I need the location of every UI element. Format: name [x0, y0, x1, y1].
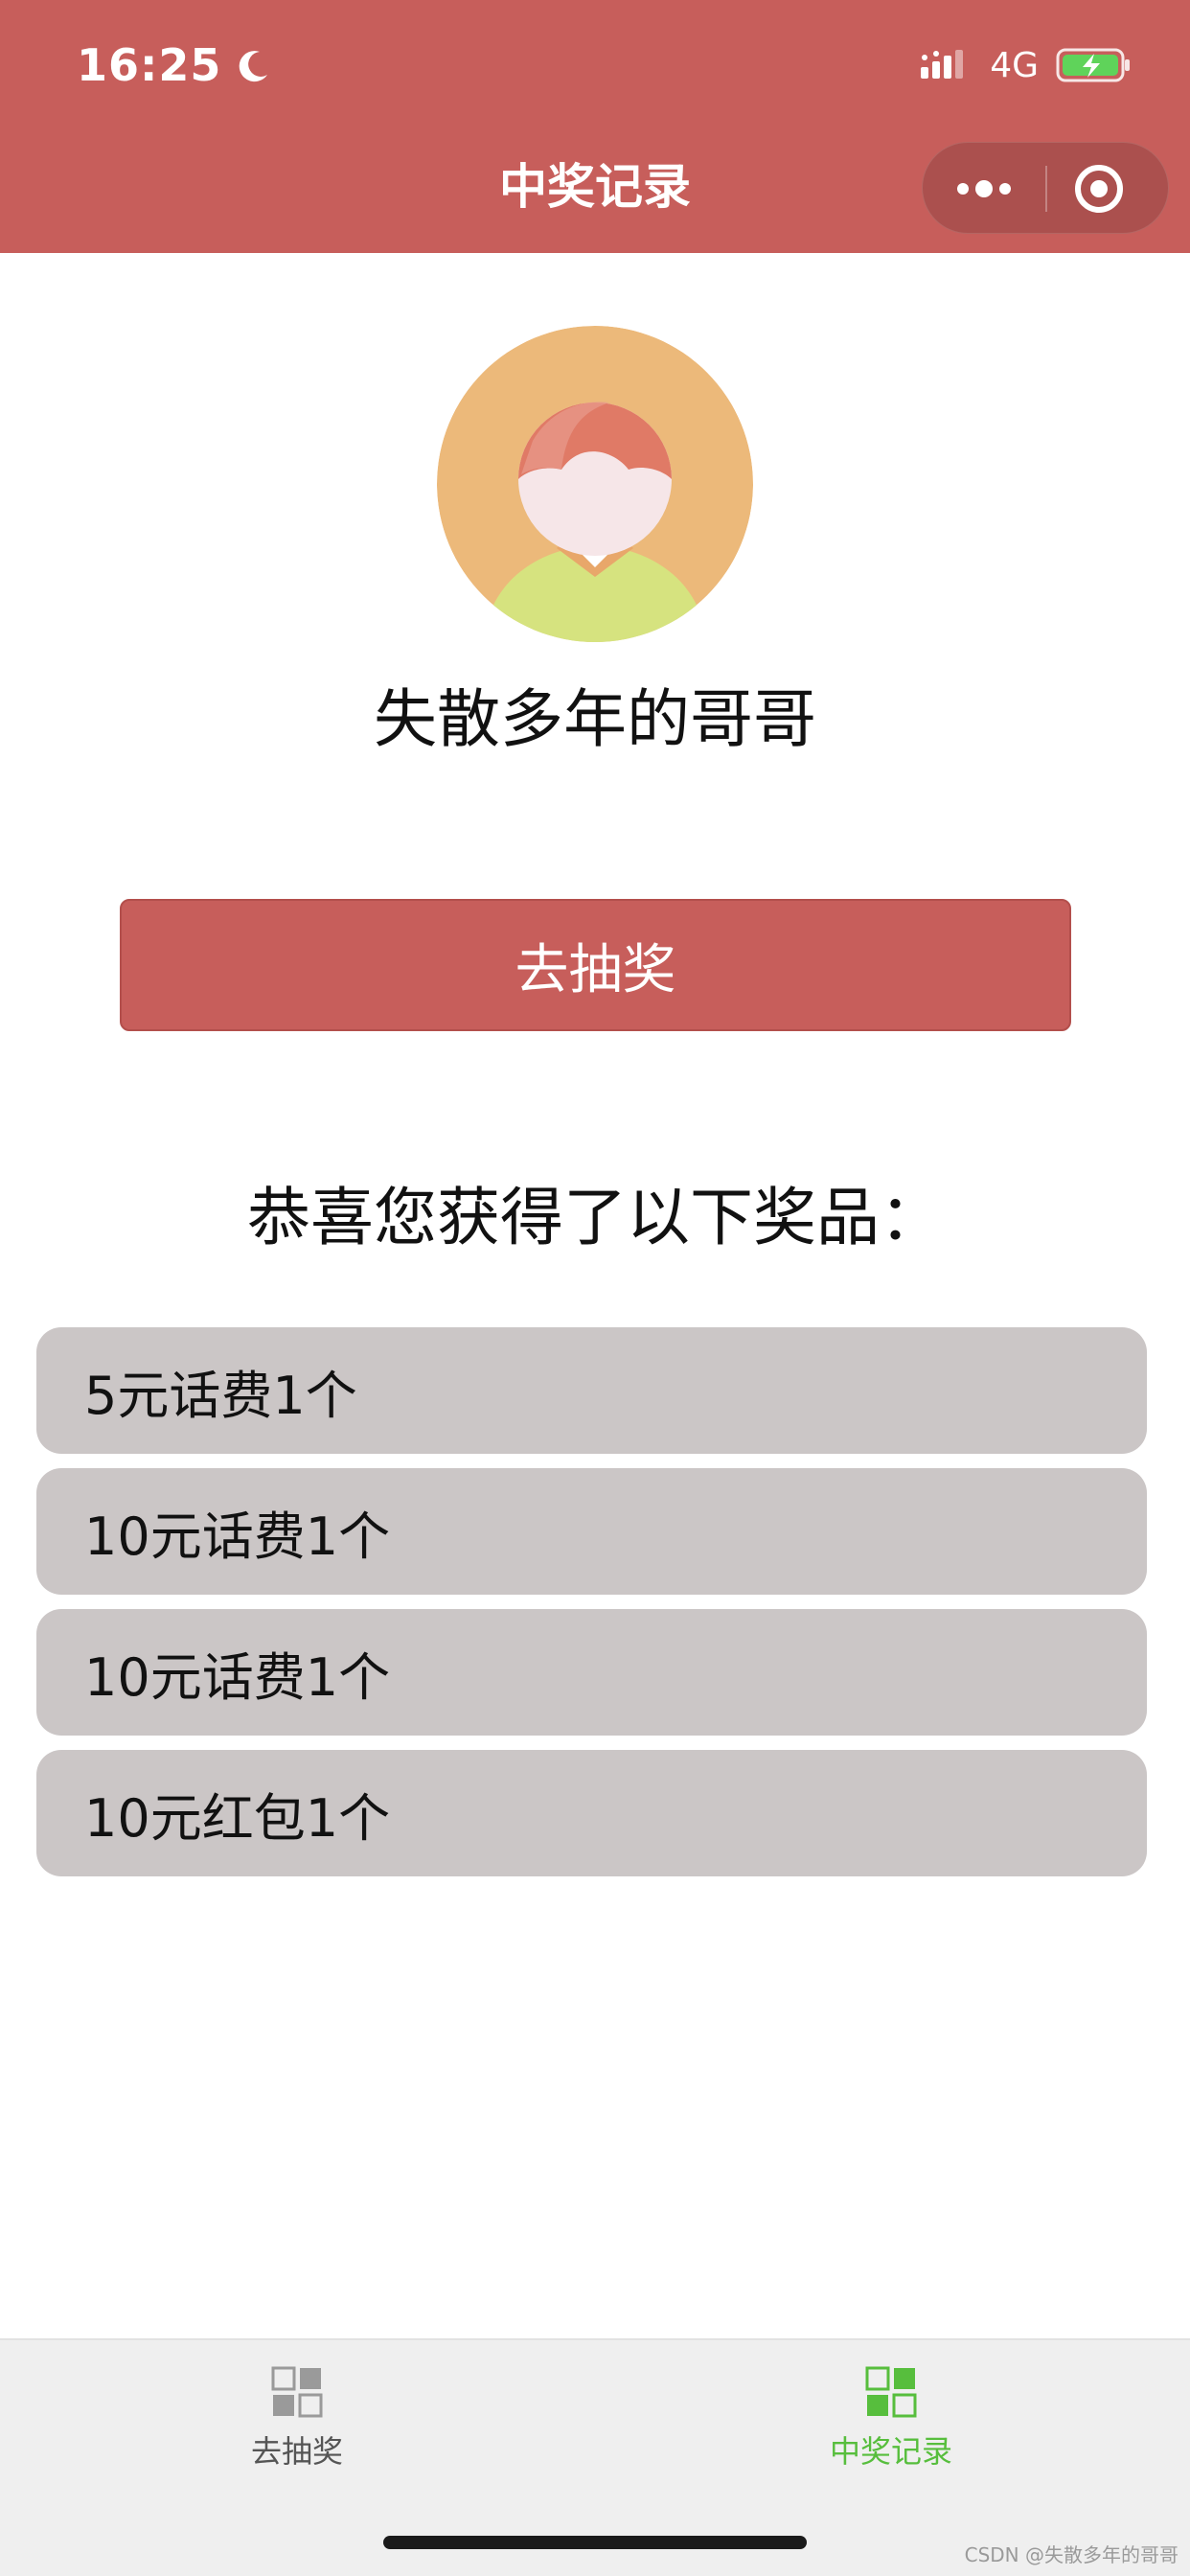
tab-go-lottery[interactable]: 去抽奖 [153, 2359, 441, 2494]
battery-charging-icon [1056, 48, 1130, 82]
prize-item: 10元话费1个 [36, 1609, 1147, 1736]
tab-prize-records[interactable]: 中奖记录 [747, 2359, 1035, 2494]
network-label: 4G [990, 45, 1039, 85]
home-indicator [383, 2536, 807, 2549]
go-lottery-button[interactable]: 去抽奖 [120, 899, 1071, 1031]
more-icon[interactable] [951, 170, 1017, 208]
tab-label: 去抽奖 [250, 2433, 343, 2470]
prize-item: 10元话费1个 [36, 1468, 1147, 1595]
moon-icon [240, 51, 268, 82]
grid-icon [865, 2366, 917, 2418]
page: 16:25 4G 中奖记录 失散多年的哥哥 去抽奖 恭喜您获得了以下奖品： 5元… [0, 0, 1190, 2576]
status-time-text: 16:25 [77, 39, 222, 91]
grid-icon [271, 2366, 323, 2418]
watermark: CSDN @失散多年的哥哥 [964, 2543, 1179, 2566]
signal-icon [921, 50, 964, 79]
tab-label: 中奖记录 [829, 2433, 952, 2470]
congrats-heading: 恭喜您获得了以下奖品： [247, 1181, 943, 1254]
capsule-menu [922, 142, 1169, 234]
prize-list: 5元话费1个 10元话费1个 10元话费1个 10元红包1个 [36, 1327, 1147, 1891]
close-miniprogram-icon[interactable] [1070, 160, 1128, 218]
status-time: 16:25 [77, 34, 273, 96]
avatar-cartoon-icon [437, 326, 753, 642]
status-right: 4G [921, 34, 1133, 96]
username: 失散多年的哥哥 [374, 682, 816, 756]
header: 16:25 4G 中奖记录 [0, 0, 1190, 253]
prize-item: 5元话费1个 [36, 1327, 1147, 1454]
prize-item: 10元红包1个 [36, 1750, 1147, 1876]
capsule-divider [1045, 166, 1047, 212]
